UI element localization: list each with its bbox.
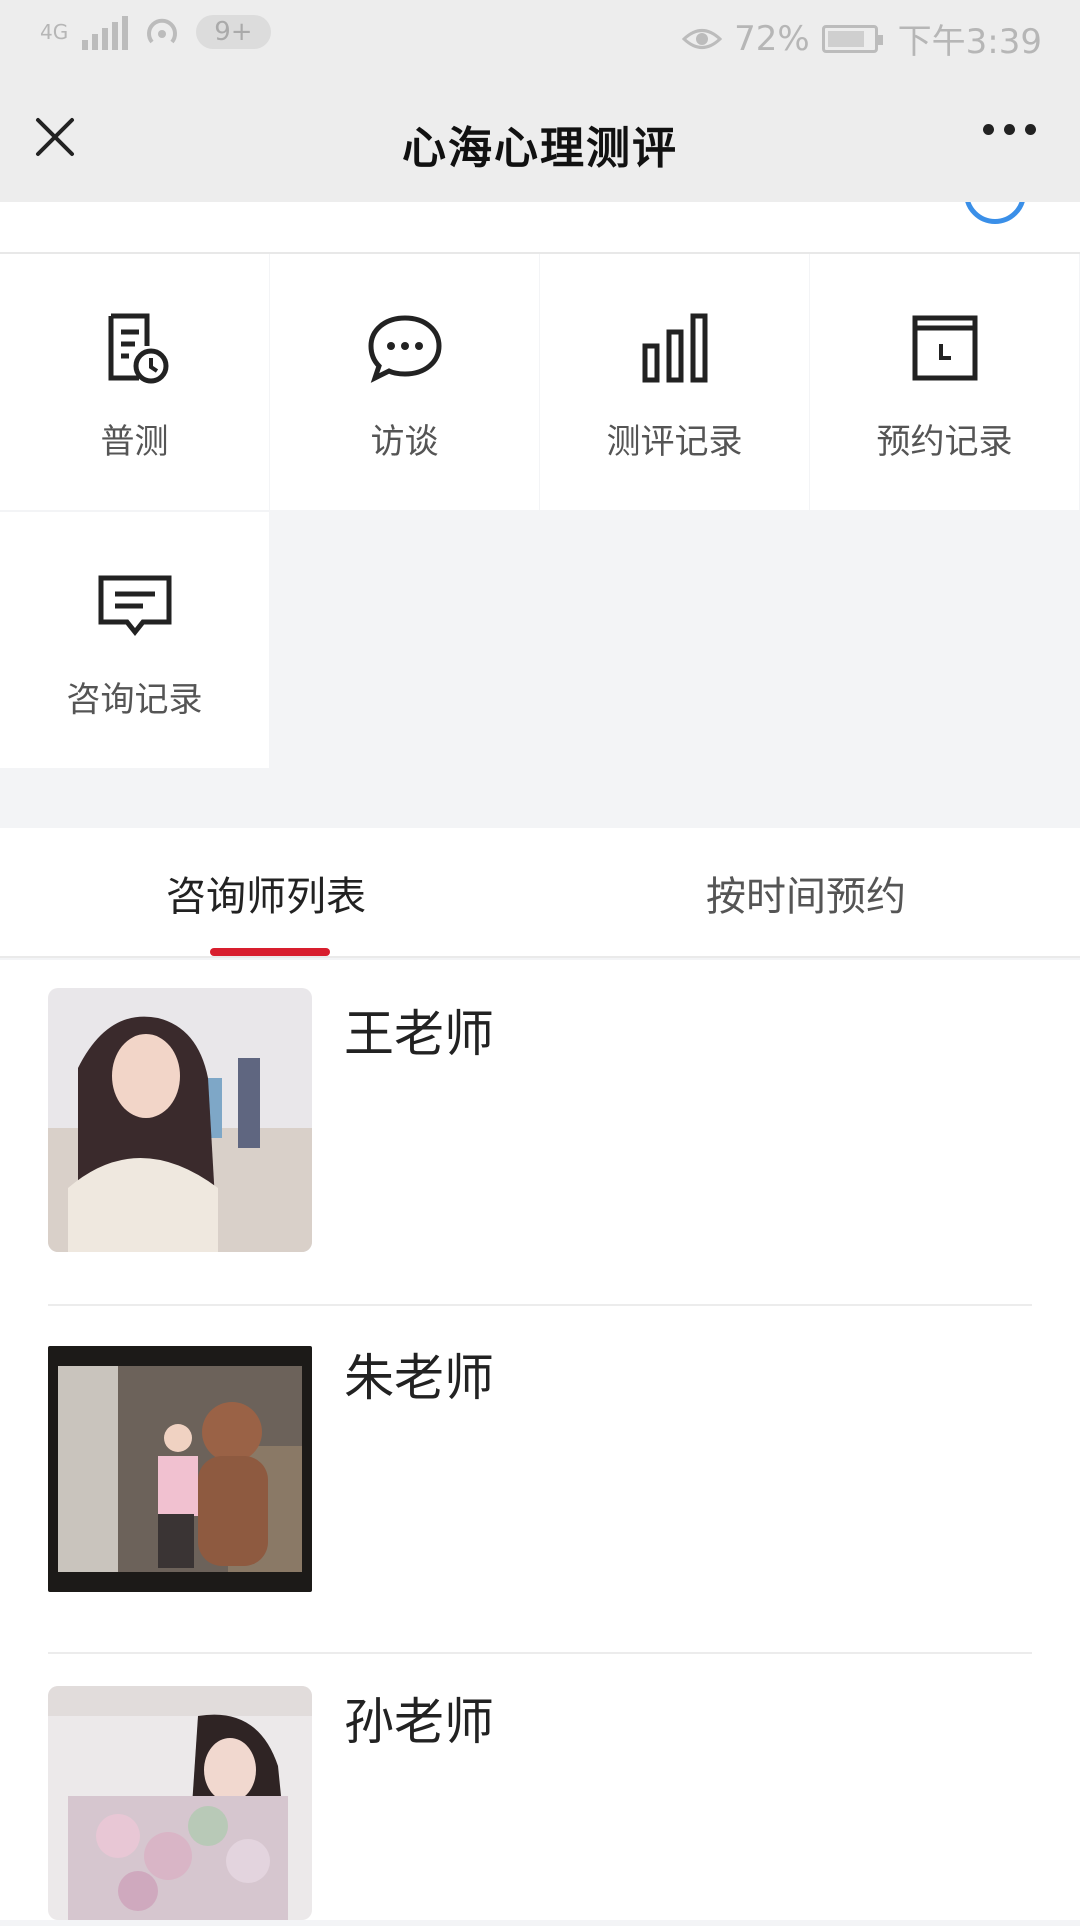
active-tab-indicator [210,948,330,956]
counselor-item-sun[interactable]: 孙老师 [48,1686,1032,1926]
battery-icon [821,24,883,53]
clock: 下午3:39 [897,22,1042,62]
counselor-item-wang[interactable]: 王老师 [48,988,1032,1288]
status-right: 72% 下午3:39 [682,14,1042,63]
message-box-icon [98,575,171,637]
scrolled-header-card [0,202,1080,254]
counselor-list: 王老师 朱老师 孙老师 [0,960,1080,1920]
divider [48,1652,1032,1654]
counselor-name: 孙老师 [344,1693,494,1751]
counselor-name: 朱老师 [344,1349,494,1407]
grid-item-label: 普测 [100,422,169,462]
divider [48,1304,1032,1306]
counselor-photo[interactable] [48,1686,312,1920]
counselor-item-zhu[interactable]: 朱老师 [48,1346,1032,1606]
grid-item-label: 咨询记录 [66,680,203,720]
eye-icon [682,28,723,49]
more-menu-icon[interactable] [983,124,1036,135]
status-bar: 4G 9+ 72% 下午3:39 [0,0,1080,72]
report-clock-icon [108,313,168,384]
grid-item-label: 预约记录 [876,422,1013,462]
grid-item-consultation-records[interactable]: 咨询记录 [0,512,269,768]
battery-percent: 72% [734,18,810,59]
grid-item-general-test[interactable]: 普测 [0,254,269,510]
calendar-clock-icon [912,315,977,381]
grid-item-label: 测评记录 [606,422,743,462]
counselor-photo[interactable] [48,988,312,1252]
hotspot-icon [147,18,178,44]
network-label: 4G [40,20,69,44]
grid-item-test-records[interactable]: 测评记录 [540,254,809,510]
tab-bar: 咨询师列表 按时间预约 [0,828,1080,958]
grid-item-appointment-records[interactable]: 预约记录 [810,254,1079,510]
signal-icon [82,14,129,50]
grid-item-interview[interactable]: 访谈 [270,254,539,510]
counselor-name: 王老师 [344,1005,494,1063]
grid-item-label: 访谈 [370,422,439,462]
nav-bar: 心海心理测评 [0,72,1080,202]
page-title: 心海心理测评 [402,123,678,174]
bar-chart-icon [642,313,707,383]
tab-book-by-time[interactable]: 按时间预约 [706,864,906,922]
function-grid: 普测 访谈 测评记录 预约记录 咨询记录 [0,254,1080,770]
notification-badge: 9+ [196,15,271,49]
status-left: 4G 9+ [40,14,271,50]
tab-counselor-list[interactable]: 咨询师列表 [166,864,366,922]
counselor-photo[interactable] [48,1346,312,1592]
chat-bubble-icon [367,315,442,383]
